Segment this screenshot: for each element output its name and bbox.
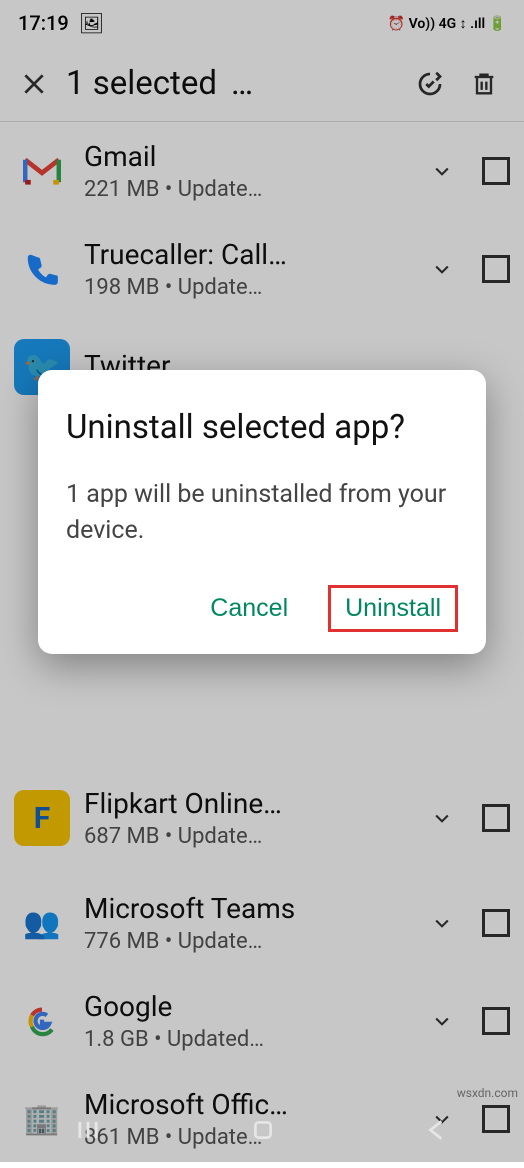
dialog-actions: Cancel Uninstall — [66, 585, 458, 632]
system-nav-bar — [0, 1102, 524, 1162]
app-row[interactable]: Google 1.8 GB • Updated… — [0, 972, 524, 1070]
app-name: Flipkart Online… — [84, 787, 410, 820]
trash-icon — [470, 70, 498, 98]
app-row[interactable]: F Flipkart Online… 687 MB • Update… — [0, 776, 524, 874]
back-icon — [424, 1117, 450, 1143]
picture-icon: 🖼 — [79, 11, 104, 35]
app-name: Truecaller: Call… — [84, 238, 410, 271]
app-row[interactable]: 👥 Microsoft Teams 776 MB • Update… — [0, 874, 524, 972]
select-checkbox[interactable] — [482, 157, 510, 185]
watermark: wsxdn.com — [457, 1086, 518, 1100]
select-checkbox[interactable] — [482, 909, 510, 937]
app-meta: 198 MB • Update… — [84, 275, 410, 300]
teams-icon: 👥 — [23, 906, 60, 941]
app-name: Microsoft Teams — [84, 892, 410, 925]
gmail-icon — [23, 156, 61, 186]
flipkart-icon: F — [34, 801, 50, 836]
app-meta: 1.8 GB • Updated… — [84, 1027, 410, 1052]
app-icon: 👥 — [14, 895, 70, 951]
delete-button[interactable] — [462, 62, 506, 106]
uninstall-dialog: Uninstall selected app? 1 app will be un… — [38, 370, 486, 654]
expand-button[interactable] — [424, 251, 460, 287]
app-icon — [14, 143, 70, 199]
selection-count: 1 selected — [66, 64, 217, 103]
app-meta: 221 MB • Update… — [84, 177, 410, 202]
app-meta: 776 MB • Update… — [84, 929, 410, 954]
dialog-title: Uninstall selected app? — [66, 406, 458, 451]
select-checkbox[interactable] — [482, 1007, 510, 1035]
back-button[interactable] — [424, 1117, 450, 1147]
app-icon — [14, 241, 70, 297]
status-time: 17:19 — [18, 11, 69, 35]
chevron-down-icon — [432, 161, 452, 181]
cancel-button[interactable]: Cancel — [200, 586, 298, 631]
refresh-button[interactable] — [408, 62, 452, 106]
close-button[interactable] — [12, 62, 56, 106]
select-checkbox[interactable] — [482, 255, 510, 283]
phone-icon — [23, 250, 61, 288]
refresh-check-icon — [415, 69, 445, 99]
app-row[interactable]: Gmail 221 MB • Update… — [0, 122, 524, 220]
chevron-down-icon — [432, 259, 452, 279]
status-bar: 17:19 🖼 ⏰ Vo)) 4G ↕ .ıll 🔋 — [0, 0, 524, 46]
chevron-down-icon — [432, 913, 452, 933]
expand-button[interactable] — [424, 800, 460, 836]
chevron-down-icon — [432, 808, 452, 828]
home-button[interactable] — [250, 1117, 276, 1147]
app-name: Gmail — [84, 140, 410, 173]
select-checkbox[interactable] — [482, 804, 510, 832]
app-row[interactable]: Truecaller: Call… 198 MB • Update… — [0, 220, 524, 318]
expand-button[interactable] — [424, 153, 460, 189]
recents-icon — [74, 1116, 102, 1144]
selection-toolbar: 1 selected … — [0, 46, 524, 122]
app-icon: F — [14, 790, 70, 846]
app-icon — [14, 993, 70, 1049]
google-icon — [25, 1004, 59, 1038]
expand-button[interactable] — [424, 905, 460, 941]
title-overflow: … — [231, 64, 253, 103]
chevron-down-icon — [432, 1011, 452, 1031]
dialog-body: 1 app will be uninstalled from your devi… — [66, 477, 458, 550]
close-icon — [21, 71, 47, 97]
app-meta: 687 MB • Update… — [84, 824, 410, 849]
home-icon — [250, 1117, 276, 1143]
status-icons: ⏰ Vo)) 4G ↕ .ıll 🔋 — [388, 15, 506, 32]
app-name: Google — [84, 990, 410, 1023]
uninstall-button[interactable]: Uninstall — [328, 585, 458, 632]
expand-button[interactable] — [424, 1003, 460, 1039]
recents-button[interactable] — [74, 1116, 102, 1148]
